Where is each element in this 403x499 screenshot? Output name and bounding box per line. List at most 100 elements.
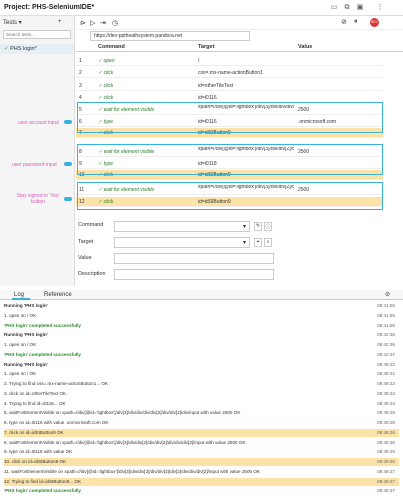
edit-icon[interactable]: ✎ — [254, 222, 262, 231]
log-line: 2. Trying to find css=.mx-name-actionBut… — [4, 380, 399, 388]
log-text: 'PHS login' completed successfully — [4, 322, 81, 328]
row-command-label: open — [103, 58, 115, 64]
table-row[interactable]: 2 ✓ click css=.mx-name-actionButton1 — [76, 68, 383, 78]
table-row[interactable]: 1 ✓ open / — [76, 56, 383, 66]
log-timestamp: 08:49:25 — [377, 410, 395, 416]
log-text: 7. click on id=idSIButton9 OK — [4, 429, 64, 435]
add-test-icon[interactable]: + — [58, 19, 62, 25]
find-target-icon[interactable]: ⌕ — [264, 238, 272, 247]
playback-toolbar: ⊳ ▷ ⇥ ◷ ⊘ ⏸ REC — [76, 16, 403, 30]
base-url-input[interactable]: https://dev-pptheathsystem.pandora.net — [90, 31, 250, 41]
log-line: Running 'PHS login' 08:49:22 — [4, 361, 399, 369]
project-title: Project: PHS-SeleniumIDE* — [4, 4, 95, 11]
log-line: 10. click on id=idSIButton9 OK 08:49:26 — [4, 458, 399, 466]
log-text: 5. waitForElementVisible on xpath=//div[… — [4, 410, 241, 416]
log-timestamp: 08:49:24 — [377, 400, 395, 406]
log-text: 8. waitForElementVisible on xpath=//div[… — [4, 439, 246, 445]
row-target: css=.mx-name-actionButton1 — [198, 70, 263, 76]
row-command-label: click — [103, 70, 114, 76]
col-value: Value — [298, 44, 313, 50]
disable-breakpoints-icon[interactable]: ⊘ — [341, 18, 347, 26]
target-label: Target — [78, 239, 94, 245]
log-timestamp: 08:49:27 — [377, 488, 395, 494]
log-text: 6. type on id=i0116 with value .onmicros… — [4, 420, 109, 425]
step-icon[interactable]: ⇥ — [100, 19, 106, 27]
log-timestamp: 08:49:23 — [377, 381, 395, 386]
log-line: 1. open on / OK 08:41:55 — [4, 312, 399, 320]
row-command-label: click — [103, 95, 114, 101]
more-icon[interactable]: ⋮ — [376, 4, 384, 12]
select-target-icon[interactable]: ⌖ — [254, 238, 262, 247]
log-text: Running 'PHS login' — [4, 332, 48, 338]
log-text: Running 'PHS login' — [4, 361, 48, 367]
row-command-label: click — [103, 83, 114, 89]
pause-icon[interactable]: ⏸ — [354, 18, 358, 26]
chevron-down-icon: ▾ — [242, 240, 246, 246]
tests-dropdown[interactable]: Tests ▾ — [3, 19, 53, 26]
log-line: Running 'PHS login' 08:41:55 — [4, 302, 399, 310]
log-timestamp: 08:49:22 — [377, 371, 395, 377]
log-line: 'PHS login' completed successfully 08:42:… — [4, 351, 399, 359]
log-timestamp: 08:49:26 — [377, 429, 395, 435]
sidebar-item-label: PHS login* — [10, 46, 37, 52]
tab-active-indicator — [12, 298, 30, 300]
new-folder-icon[interactable]: ▭ — [330, 4, 338, 12]
clear-log-icon[interactable]: ⊘ — [385, 291, 390, 298]
log-text: 'PHS login' completed successfully — [4, 351, 81, 357]
record-icon[interactable]: REC — [370, 18, 379, 27]
log-line: Running 'PHS login' 08:42:36 — [4, 331, 399, 339]
log-timestamp: 08:49:26 — [377, 449, 395, 455]
run-all-icon[interactable]: ⊳ — [80, 19, 86, 27]
search-tests-input[interactable] — [3, 30, 71, 39]
table-row[interactable]: 3 ✓ click id=otherTileText — [76, 81, 383, 91]
speed-icon[interactable]: ◷ — [112, 19, 118, 27]
command-label: Command — [78, 222, 104, 228]
arrow-icon — [64, 162, 72, 166]
arrow-icon — [64, 120, 72, 124]
run-icon[interactable]: ▷ — [90, 19, 95, 27]
sidebar-item-test[interactable]: ✓ PHS login* — [0, 44, 74, 54]
row-command: ✓ open — [98, 56, 115, 66]
row-target: id=otherTileText — [198, 83, 234, 89]
log-text: 10. click on id=idSIButton9 OK — [4, 459, 67, 464]
log-text: 1. open on / OK — [4, 342, 37, 347]
row-number: 1 — [79, 58, 82, 64]
log-text: 11. waitForElementVisible on xpath=//div… — [4, 468, 260, 474]
log-timestamp: 08:41:55 — [377, 303, 395, 308]
log-timestamp: 08:49:27 — [377, 478, 395, 484]
value-input[interactable] — [114, 253, 274, 264]
row-number: 3 — [79, 83, 82, 89]
tab-reference[interactable]: Reference — [44, 292, 72, 298]
log-text: Running 'PHS login' — [4, 303, 48, 308]
log-text: 1. open on / OK — [4, 371, 37, 377]
target-input[interactable]: ▾ — [114, 237, 250, 248]
row-command: ✓ click — [98, 68, 113, 78]
check-icon: ✓ — [4, 46, 9, 52]
log-timestamp: 08:49:26 — [377, 459, 395, 464]
log-line: 8. waitForElementVisible on xpath=//div[… — [4, 439, 399, 447]
log-timestamp: 08:41:55 — [377, 312, 395, 318]
log-text: 3. click on id=otherTileText OK — [4, 390, 66, 396]
log-line: 9. type on id=i0118 with value OK 08:49:2… — [4, 448, 399, 456]
docs-icon[interactable]: ⓘ — [264, 222, 272, 231]
arrow-icon — [64, 197, 72, 201]
save-icon[interactable]: ▣ — [356, 4, 364, 12]
open-folder-icon[interactable]: ⧉ — [343, 4, 351, 12]
title-bar: Project: PHS-SeleniumIDE* ▭ ⧉ ▣ ⋮ — [0, 0, 403, 16]
tests-dropdown-label: Tests — [3, 20, 18, 26]
log-text: 1. open on / OK — [4, 312, 37, 318]
command-input[interactable]: ▾ — [114, 221, 250, 232]
highlight-group-stay-signed — [77, 182, 383, 210]
log-line: 6. type on id=i0116 with value .onmicros… — [4, 419, 399, 427]
tests-sidebar: Tests ▾ + ✓ PHS login* — [0, 16, 75, 286]
log-line: 1. open on / OK 08:49:22 — [4, 370, 399, 378]
log-line: 5. waitForElementVisible on xpath=//div[… — [4, 409, 399, 417]
col-command: Command — [98, 44, 125, 50]
highlight-group-password — [77, 144, 383, 175]
log-timestamp: 08:49:22 — [377, 361, 395, 367]
log-line: 3. click on id=otherTileText OK 08:49:23 — [4, 390, 399, 398]
description-input[interactable] — [114, 269, 274, 280]
log-tabs: Log Reference ⊘ — [0, 290, 403, 300]
log-timestamp: 08:49:26 — [377, 439, 395, 445]
log-line: 4. Trying to find id=i0116... OK 08:49:24 — [4, 400, 399, 408]
